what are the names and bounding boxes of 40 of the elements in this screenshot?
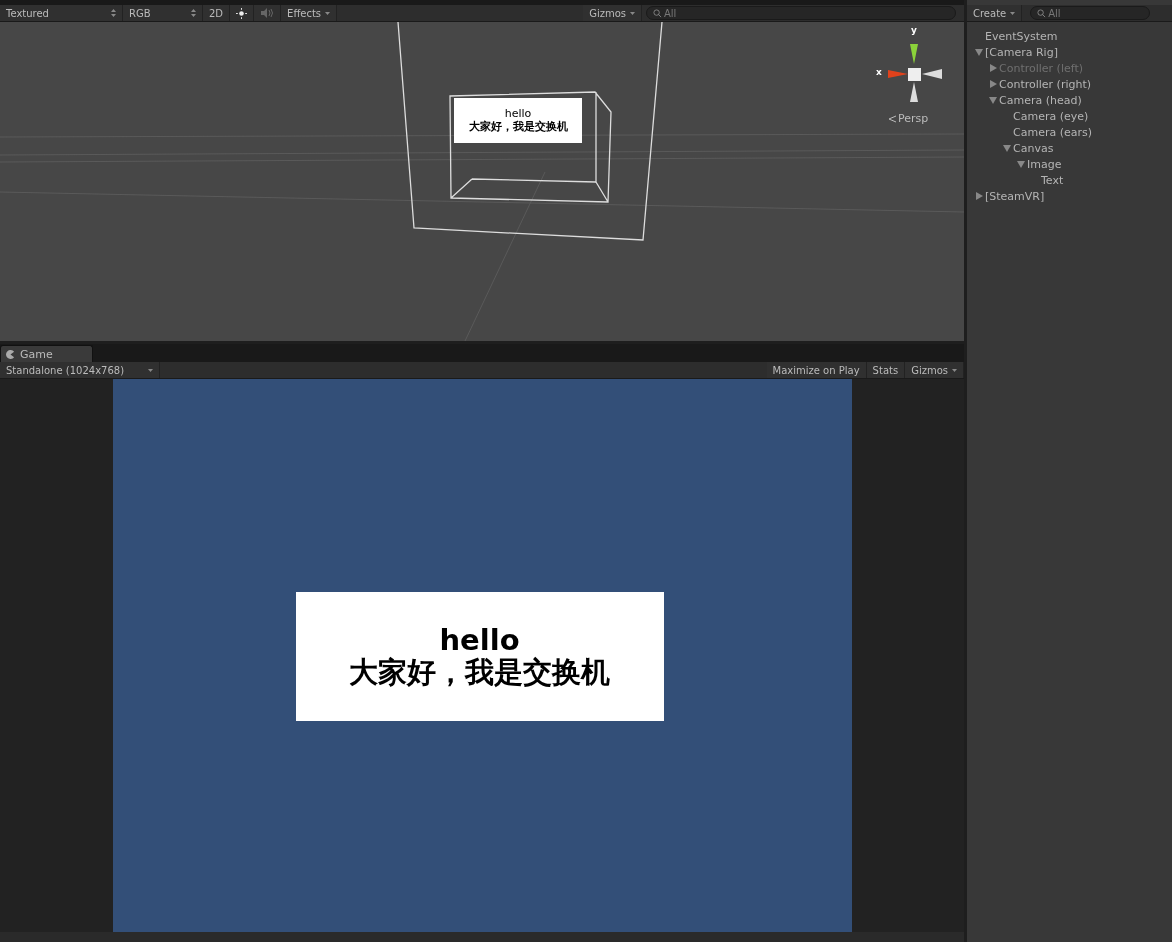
hierarchy-item[interactable]: [SteamVR] bbox=[985, 189, 1045, 203]
caret-icon bbox=[630, 11, 635, 15]
hierarchy-item[interactable]: Canvas bbox=[1013, 141, 1054, 155]
chevron-icon bbox=[888, 114, 896, 123]
sun-icon bbox=[236, 7, 248, 19]
collapsed-arrow-icon[interactable] bbox=[975, 192, 983, 200]
up-down-arrows-icon bbox=[111, 9, 116, 17]
search-icon bbox=[1037, 8, 1047, 18]
caret-icon bbox=[148, 368, 153, 372]
search-icon bbox=[653, 8, 662, 18]
scene-viewport[interactable]: hello 大家好，我是交换机 y x Persp bbox=[0, 22, 964, 341]
hierarchy-item[interactable]: Camera (ears) bbox=[1013, 125, 1092, 139]
card-title: hello bbox=[439, 624, 520, 657]
up-down-arrows-icon bbox=[191, 9, 196, 17]
card-title: hello bbox=[504, 108, 532, 121]
caret-icon bbox=[325, 11, 331, 15]
hierarchy-item[interactable]: Image bbox=[1027, 157, 1062, 171]
expanded-arrow-icon[interactable] bbox=[989, 96, 997, 104]
card-text: 大家好，我是交换机 bbox=[468, 120, 568, 133]
caret-icon bbox=[952, 368, 957, 372]
expanded-arrow-icon[interactable] bbox=[1003, 144, 1011, 152]
pacman-icon bbox=[6, 349, 15, 359]
hierarchy-item[interactable]: Text bbox=[1041, 173, 1064, 187]
collapsed-arrow-icon[interactable] bbox=[989, 80, 997, 88]
hierarchy-item[interactable]: EventSystem bbox=[985, 29, 1058, 43]
card-text: 大家好，我是交换机 bbox=[349, 656, 610, 689]
hierarchy-item[interactable]: Camera (eye) bbox=[1013, 109, 1089, 123]
caret-icon bbox=[1010, 11, 1016, 15]
expanded-arrow-icon[interactable] bbox=[1017, 160, 1025, 168]
projection-label[interactable]: Persp bbox=[898, 112, 929, 125]
y-axis-label: y bbox=[911, 25, 917, 35]
expanded-arrow-icon[interactable] bbox=[975, 48, 983, 56]
speaker-icon bbox=[260, 8, 275, 18]
search-field[interactable]: All bbox=[1030, 6, 1151, 20]
hierarchy-item[interactable]: [Camera Rig] bbox=[985, 45, 1058, 59]
game-tab[interactable]: Game bbox=[0, 345, 93, 362]
hierarchy-item[interactable]: Camera (head) bbox=[999, 93, 1082, 107]
search-field[interactable]: All bbox=[646, 6, 956, 20]
hierarchy-item[interactable]: Controller (right) bbox=[999, 77, 1092, 91]
x-axis-label: x bbox=[876, 67, 882, 77]
